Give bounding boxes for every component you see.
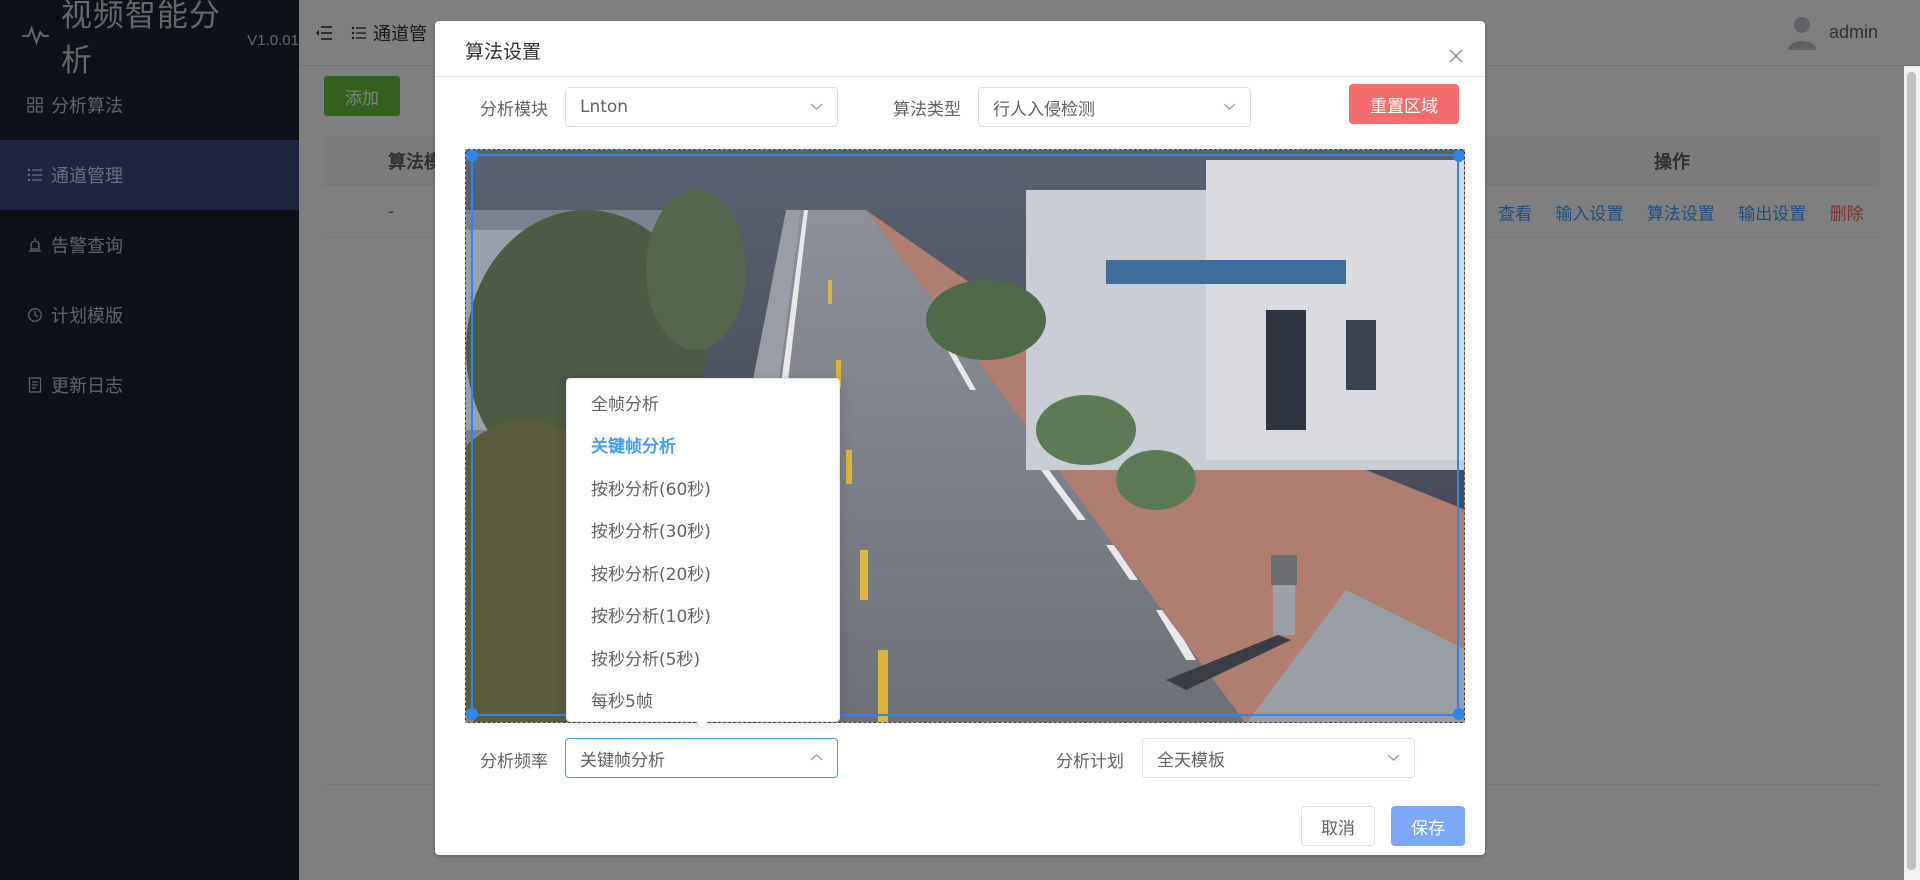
plan-value: 全天模板 [1157, 750, 1225, 771]
reset-region-button[interactable]: 重置区域 [1349, 84, 1459, 124]
freq-option[interactable]: 按秒分析(10秒) [567, 594, 839, 637]
plan-label: 分析计划 [1056, 752, 1124, 772]
freq-option[interactable]: 按秒分析(5秒) [567, 636, 839, 679]
module-label: 分析模块 [480, 100, 548, 120]
close-icon[interactable] [1449, 49, 1463, 63]
region-handle-top-right[interactable] [1453, 150, 1464, 162]
chevron-down-icon [1223, 103, 1236, 111]
freq-option[interactable]: 全帧分析 [567, 381, 839, 424]
module-select[interactable]: Lnton [565, 87, 838, 127]
freq-select[interactable]: 关键帧分析 [565, 738, 838, 778]
freq-option[interactable]: 按秒分析(20秒) [567, 551, 839, 594]
chevron-up-icon [810, 753, 823, 761]
dialog-title: 算法设置 [465, 41, 542, 63]
freq-value: 关键帧分析 [580, 750, 665, 771]
freq-option[interactable]: 每秒5帧 [567, 679, 839, 722]
region-handle-top-left[interactable] [466, 150, 478, 162]
cancel-button[interactable]: 取消 [1301, 806, 1375, 846]
chevron-down-icon [1387, 754, 1400, 762]
algo-type-label: 算法类型 [893, 100, 961, 120]
chevron-down-icon [810, 103, 823, 111]
dialog-divider [435, 76, 1485, 77]
algo-type-value: 行人入侵检测 [993, 99, 1095, 120]
scrollbar-thumb[interactable] [1907, 72, 1916, 870]
page-scrollbar[interactable] [1904, 66, 1920, 880]
module-value: Lnton [580, 97, 629, 117]
freq-option-selected[interactable]: 关键帧分析 [567, 424, 839, 467]
freq-dropdown: 全帧分析 关键帧分析 按秒分析(60秒) 按秒分析(30秒) 按秒分析(20秒)… [566, 378, 840, 722]
save-button[interactable]: 保存 [1391, 806, 1465, 846]
freq-option[interactable]: 按秒分析(60秒) [567, 466, 839, 509]
algo-type-select[interactable]: 行人入侵检测 [978, 87, 1251, 127]
dropdown-arrow [695, 720, 709, 727]
region-handle-bottom-left[interactable] [466, 708, 478, 720]
region-handle-bottom-right[interactable] [1453, 708, 1464, 720]
plan-select[interactable]: 全天模板 [1142, 738, 1415, 778]
freq-label: 分析频率 [480, 752, 548, 772]
freq-option[interactable]: 按秒分析(30秒) [567, 509, 839, 552]
